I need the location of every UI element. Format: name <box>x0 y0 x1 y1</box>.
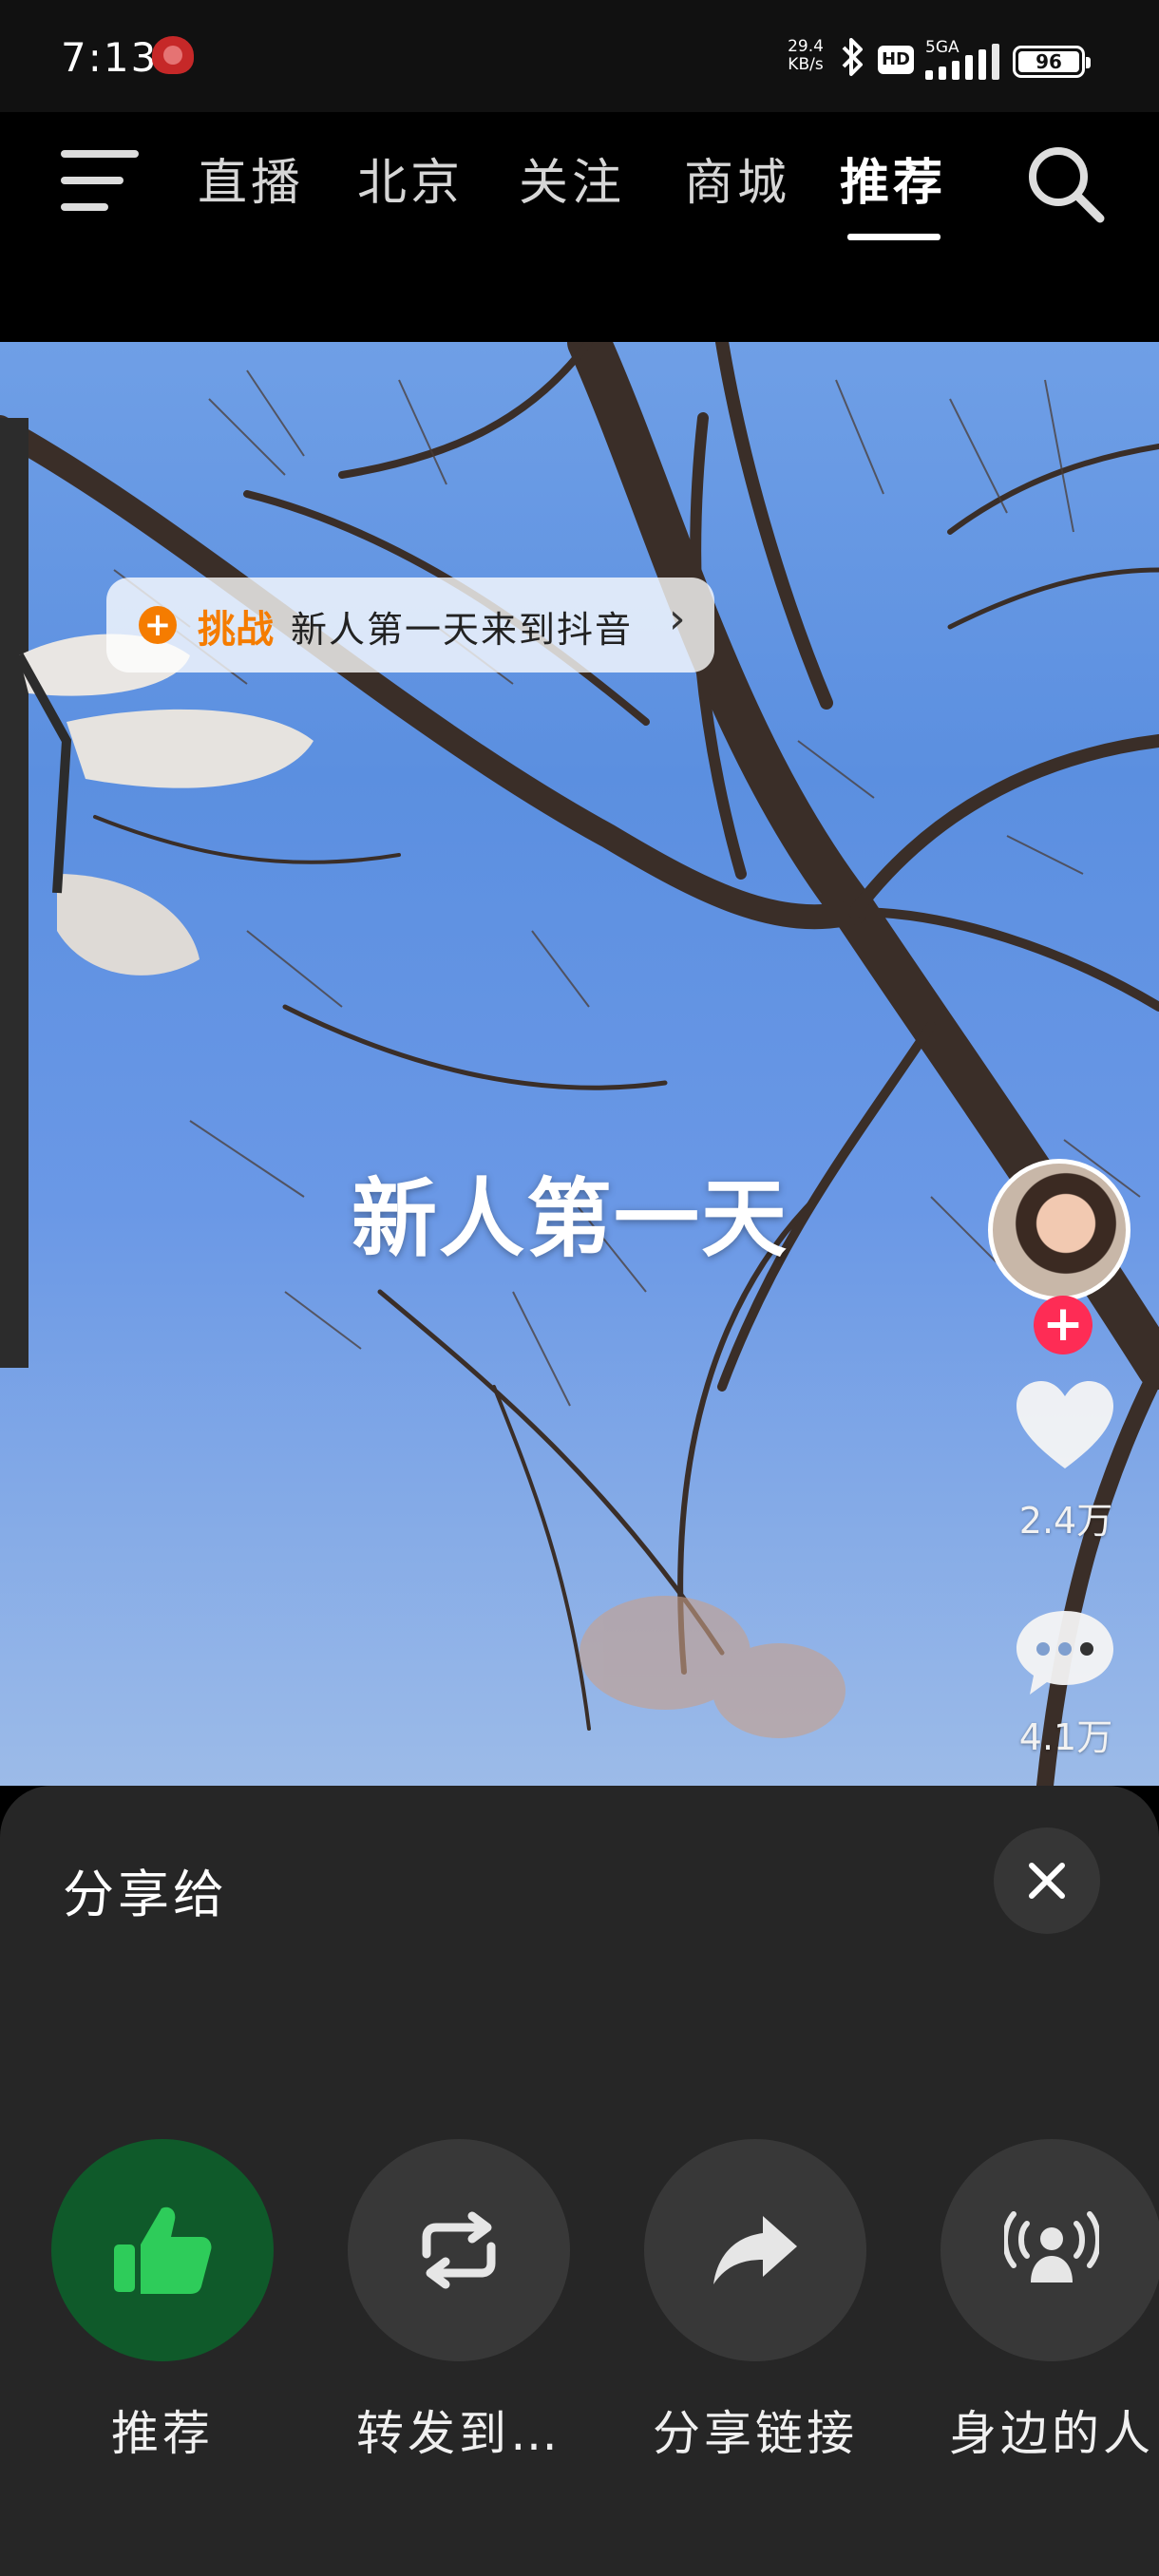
follow-button[interactable]: + <box>1034 1296 1092 1354</box>
network-speed: 29.4 KB/s <box>779 38 832 74</box>
battery-icon: 96 <box>1013 46 1091 78</box>
network-speed-value: 29.4 <box>788 37 824 56</box>
video-player[interactable]: + 挑战 新人第一天来到抖音 › 新人第一天 + 2.4万 4.1万 <box>0 342 1159 1786</box>
chevron-right-icon: › <box>669 595 686 643</box>
bluetooth-icon <box>836 36 868 80</box>
alarm-clock-icon <box>152 36 194 74</box>
share-item-share-link[interactable]: 分享链接 <box>644 2139 866 2461</box>
share-link-button[interactable] <box>644 2139 866 2361</box>
share-item-label: 转发到… <box>356 2406 561 2461</box>
search-icon[interactable] <box>1022 141 1108 226</box>
share-item-label: 身边的人 <box>949 2406 1154 2461</box>
challenge-plus-icon: + <box>139 606 177 644</box>
share-item-nearby[interactable]: 身边的人 <box>940 2139 1159 2461</box>
tab-live[interactable]: 直播 <box>198 142 304 214</box>
thumbs-up-button[interactable] <box>51 2139 274 2361</box>
close-icon <box>1029 1863 1065 1899</box>
share-sheet: 分享给 推荐 转发到… 分享链接 身边的人 <box>0 1786 1159 2576</box>
repost-icon <box>422 2211 496 2289</box>
nearby-button[interactable] <box>940 2139 1159 2361</box>
close-button[interactable] <box>994 1828 1100 1934</box>
comment-count: 4.1万 <box>1018 1716 1113 1758</box>
share-item-label: 推荐 <box>111 2406 214 2461</box>
battery-level: 96 <box>1036 50 1062 73</box>
avatar[interactable] <box>988 1159 1130 1301</box>
challenge-tag: 挑战 <box>198 608 274 652</box>
share-item-label: 分享链接 <box>653 2406 858 2461</box>
network-speed-unit: KB/s <box>788 55 824 74</box>
share-sheet-title: 分享给 <box>63 1865 228 1924</box>
tab-recommend[interactable]: 推荐 <box>840 142 946 214</box>
video-caption: 新人第一天 <box>352 1169 788 1269</box>
tab-following[interactable]: 关注 <box>519 142 625 214</box>
comment-icon[interactable] <box>1013 1605 1117 1700</box>
signal-icon: 5GA <box>925 38 1001 80</box>
repost-button[interactable] <box>348 2139 570 2361</box>
menu-icon[interactable] <box>61 150 139 213</box>
challenge-banner[interactable]: + 挑战 新人第一天来到抖音 › <box>106 578 714 672</box>
tree-branches-image <box>0 342 1159 1786</box>
thumbs-up-icon <box>114 2207 212 2294</box>
share-arrow-icon <box>713 2216 797 2284</box>
challenge-name: 新人第一天来到抖音 <box>291 609 634 651</box>
status-bar: 7:13 29.4 KB/s HD 5GA 96 <box>0 0 1159 112</box>
tab-beijing[interactable]: 北京 <box>357 142 464 214</box>
status-time: 7:13 <box>61 34 159 81</box>
active-tab-indicator <box>847 234 940 240</box>
nearby-broadcast-icon <box>1004 2211 1099 2282</box>
share-item-repost[interactable]: 转发到… <box>348 2139 570 2461</box>
tab-mall[interactable]: 商城 <box>684 142 790 214</box>
heart-icon[interactable] <box>1013 1377 1117 1472</box>
top-navigation: 直播 北京 关注 商城 推荐 <box>0 112 1159 342</box>
like-count: 2.4万 <box>1018 1500 1113 1542</box>
street-lamp <box>0 418 314 1368</box>
hd-badge: HD <box>878 46 914 74</box>
signal-label: 5GA <box>925 38 960 57</box>
share-item-recommend[interactable]: 推荐 <box>51 2139 274 2461</box>
